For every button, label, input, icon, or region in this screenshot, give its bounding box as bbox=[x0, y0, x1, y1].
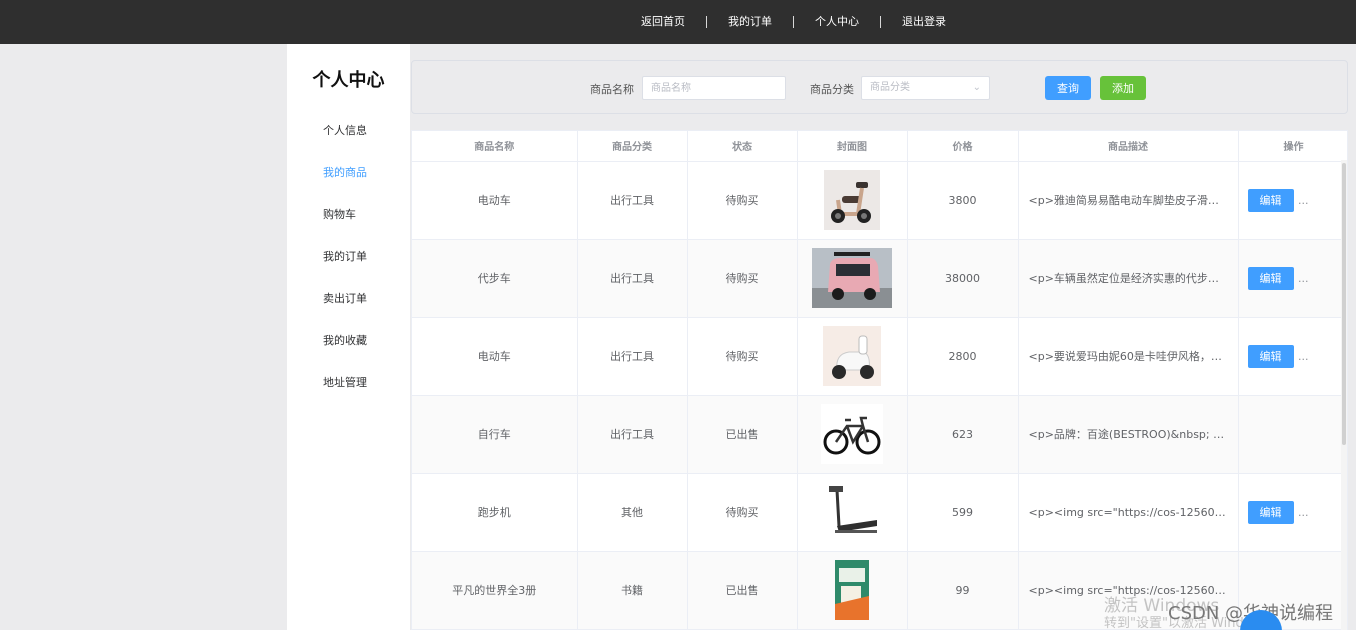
cell-cover bbox=[797, 395, 908, 474]
cell-cover bbox=[797, 239, 908, 318]
cell-status: 已出售 bbox=[687, 551, 798, 629]
table-row: 电动车 出行工具 待购买 2800 <p>要说爱玛由妮60是卡哇伊风格，那么..… bbox=[412, 317, 1347, 396]
top-navbar: 返回首页 我的订单 个人中心 退出登录 bbox=[0, 0, 1356, 44]
cell-status: 待购买 bbox=[687, 239, 798, 318]
search-form: 商品名称 商品分类 商品分类 ⌄ 查询 添加 bbox=[411, 60, 1348, 114]
electric-scooter-image bbox=[824, 170, 880, 230]
nav-home-link[interactable]: 返回首页 bbox=[620, 16, 707, 28]
more-ellipsis: ... bbox=[1298, 349, 1309, 363]
cell-category: 书籍 bbox=[577, 551, 688, 629]
col-header-status: 状态 bbox=[687, 131, 798, 162]
cell-category: 出行工具 bbox=[577, 395, 688, 474]
cell-price: 599 bbox=[907, 473, 1019, 552]
cell-price: 2800 bbox=[907, 317, 1019, 396]
cell-category: 出行工具 bbox=[577, 161, 688, 240]
sidebar: 个人中心 个人信息 我的商品 购物车 我的订单 卖出订单 我的收藏 地址管理 bbox=[287, 44, 410, 630]
cell-actions: 编辑 ... bbox=[1238, 161, 1347, 240]
category-select[interactable]: 商品分类 ⌄ bbox=[861, 76, 990, 100]
cell-actions bbox=[1238, 395, 1347, 474]
cell-category: 出行工具 bbox=[577, 317, 688, 396]
cell-name: 代步车 bbox=[412, 239, 578, 318]
cell-name: 跑步机 bbox=[412, 473, 578, 552]
cell-actions: 编辑 ... bbox=[1238, 239, 1347, 318]
sidebar-menu: 个人信息 我的商品 购物车 我的订单 卖出订单 我的收藏 地址管理 bbox=[323, 124, 367, 418]
cell-price: 3800 bbox=[907, 161, 1019, 240]
cell-actions: 编辑 ... bbox=[1238, 317, 1347, 396]
col-header-price: 价格 bbox=[907, 131, 1019, 162]
nav-logout-link[interactable]: 退出登录 bbox=[881, 16, 967, 28]
add-button[interactable]: 添加 bbox=[1100, 76, 1146, 100]
products-table: 商品名称 商品分类 状态 封面图 价格 商品描述 操作 电动车 出行工具 待购买 bbox=[411, 130, 1348, 630]
cell-price: 99 bbox=[907, 551, 1019, 629]
cell-price: 623 bbox=[907, 395, 1019, 474]
edit-button[interactable]: 编辑 bbox=[1247, 344, 1294, 368]
col-header-cover: 封面图 bbox=[797, 131, 908, 162]
sidebar-item-my-orders[interactable]: 我的订单 bbox=[323, 250, 367, 292]
cell-cover bbox=[797, 317, 908, 396]
product-name-input[interactable] bbox=[642, 76, 786, 100]
bicycle-image bbox=[821, 404, 883, 464]
chevron-down-icon: ⌄ bbox=[972, 82, 981, 93]
cell-category: 出行工具 bbox=[577, 239, 688, 318]
edit-button[interactable]: 编辑 bbox=[1247, 266, 1294, 290]
cell-status: 已出售 bbox=[687, 395, 798, 474]
more-ellipsis: ... bbox=[1298, 193, 1309, 207]
top-nav: 返回首页 我的订单 个人中心 退出登录 bbox=[620, 0, 967, 44]
cell-desc: <p><img src="https://cos-12560883... bbox=[1018, 473, 1239, 552]
sidebar-item-profile-info[interactable]: 个人信息 bbox=[323, 124, 367, 166]
cell-cover bbox=[797, 161, 908, 240]
nav-orders-link[interactable]: 我的订单 bbox=[707, 16, 794, 28]
cell-status: 待购买 bbox=[687, 161, 798, 240]
cell-desc: <p>品牌：百途(BESTROO)&nbsp; &nb... bbox=[1018, 395, 1239, 474]
col-header-desc: 商品描述 bbox=[1018, 131, 1239, 162]
query-button[interactable]: 查询 bbox=[1045, 76, 1091, 100]
cell-status: 待购买 bbox=[687, 317, 798, 396]
edit-button[interactable]: 编辑 bbox=[1247, 188, 1294, 212]
cell-category: 其他 bbox=[577, 473, 688, 552]
book-cover-image bbox=[835, 560, 869, 620]
col-header-category: 商品分类 bbox=[577, 131, 688, 162]
cell-cover bbox=[797, 551, 908, 629]
nav-profile-link[interactable]: 个人中心 bbox=[794, 16, 881, 28]
product-name-label: 商品名称 bbox=[590, 83, 634, 96]
col-header-name: 商品名称 bbox=[412, 131, 578, 162]
category-label: 商品分类 bbox=[810, 83, 854, 96]
sidebar-item-cart[interactable]: 购物车 bbox=[323, 208, 367, 250]
table-row: 代步车 出行工具 待购买 38000 <p>车辆虽然定位是经济实惠的代步车，..… bbox=[412, 239, 1347, 318]
table-scroll-thumb[interactable] bbox=[1342, 163, 1346, 445]
sidebar-title: 个人中心 bbox=[312, 70, 385, 91]
category-select-placeholder: 商品分类 bbox=[870, 82, 910, 93]
sidebar-item-favorites[interactable]: 我的收藏 bbox=[323, 334, 367, 376]
cell-desc: <p>车辆虽然定位是经济实惠的代步车，... bbox=[1018, 239, 1239, 318]
cell-desc: <p>要说爱玛由妮60是卡哇伊风格，那么... bbox=[1018, 317, 1239, 396]
cell-cover bbox=[797, 473, 908, 552]
treadmill-image bbox=[821, 482, 883, 542]
sidebar-item-address[interactable]: 地址管理 bbox=[323, 376, 367, 418]
pink-mini-car-image bbox=[812, 248, 892, 308]
col-header-actions: 操作 bbox=[1238, 131, 1347, 162]
sidebar-item-my-products[interactable]: 我的商品 bbox=[323, 166, 367, 208]
sidebar-item-sold-orders[interactable]: 卖出订单 bbox=[323, 292, 367, 334]
white-scooter-image bbox=[823, 326, 881, 386]
edit-button[interactable]: 编辑 bbox=[1247, 500, 1294, 524]
cell-actions: 编辑 ... bbox=[1238, 473, 1347, 552]
cell-name: 自行车 bbox=[412, 395, 578, 474]
cell-name: 电动车 bbox=[412, 161, 578, 240]
cell-desc: <p>雅迪简易易酷电动车脚垫皮子滑板车... bbox=[1018, 161, 1239, 240]
table-row: 自行车 出行工具 已出售 623 <p>品牌：百途(BESTROO)&nbsp;… bbox=[412, 395, 1347, 474]
table-header-row: 商品名称 商品分类 状态 封面图 价格 商品描述 操作 bbox=[412, 131, 1347, 162]
cell-name: 平凡的世界全3册 bbox=[412, 551, 578, 629]
table-row: 电动车 出行工具 待购买 3800 <p>雅迪简易易酷电动车脚垫皮子滑板车...… bbox=[412, 161, 1347, 240]
cell-status: 待购买 bbox=[687, 473, 798, 552]
cell-name: 电动车 bbox=[412, 317, 578, 396]
table-row: 跑步机 其他 待购买 599 <p><img src="https://cos-… bbox=[412, 473, 1347, 552]
more-ellipsis: ... bbox=[1298, 505, 1309, 519]
more-ellipsis: ... bbox=[1298, 271, 1309, 285]
cell-price: 38000 bbox=[907, 239, 1019, 318]
